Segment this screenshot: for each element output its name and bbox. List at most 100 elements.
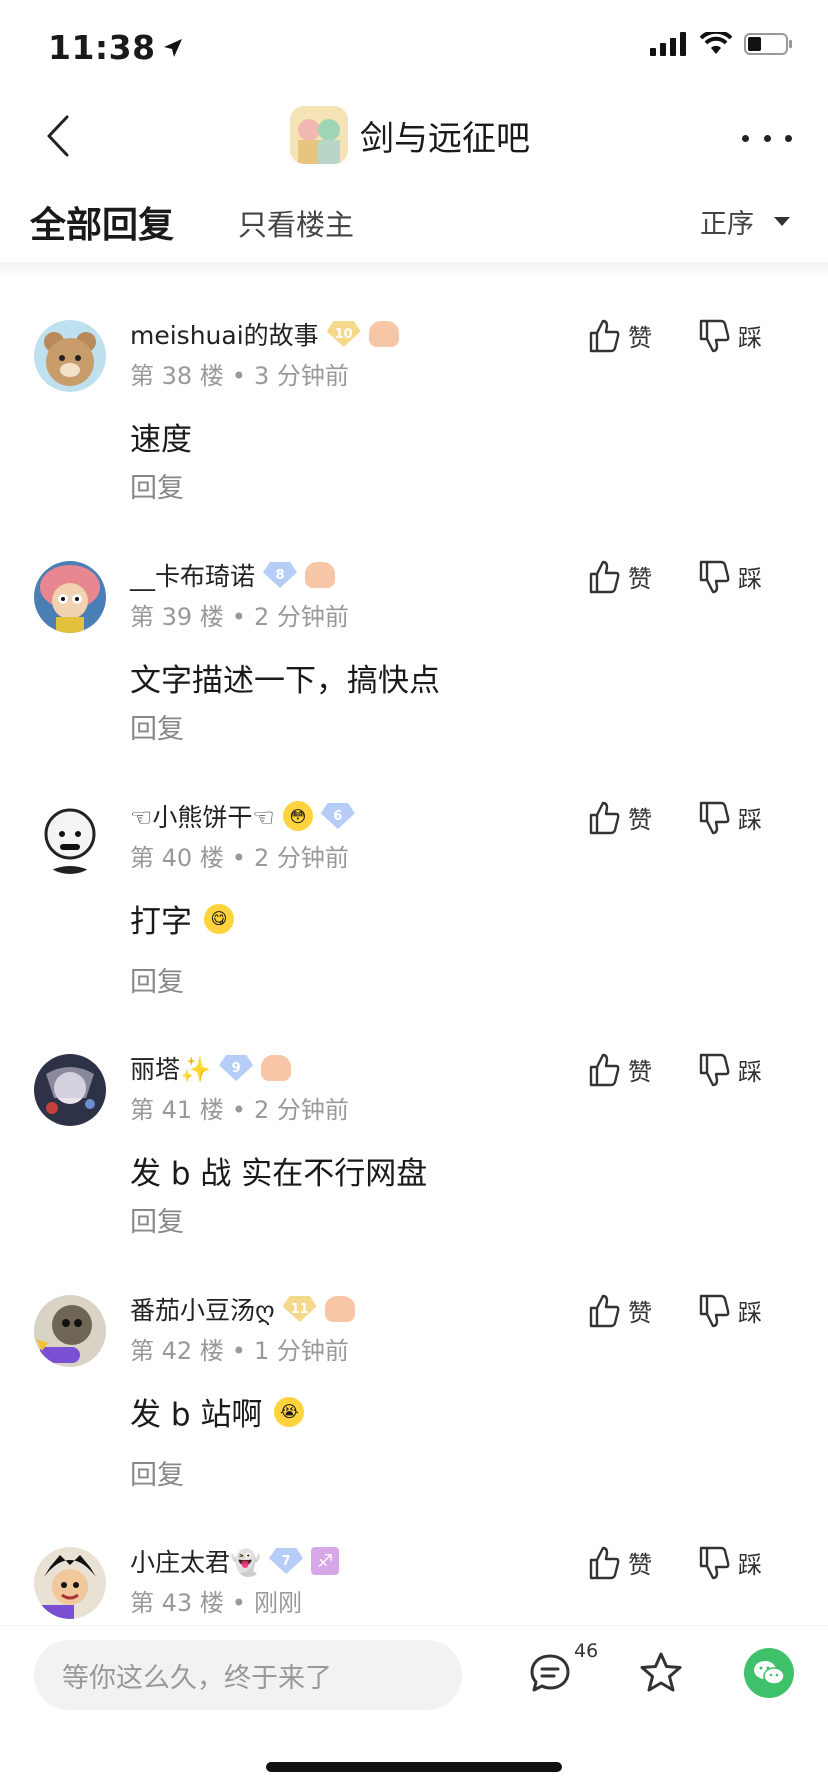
forum-avatar: [290, 106, 348, 164]
like-label: 赞: [628, 1299, 652, 1327]
avatar[interactable]: [34, 1054, 106, 1126]
comment-list: meishuai的故事 10 第 38 楼 • 3 分钟前 速度 回复 赞 踩 __…: [0, 300, 828, 1625]
thumbs-up-icon: [589, 801, 620, 834]
thumbs-up-icon: [589, 1546, 620, 1579]
timestamp: 2 分钟前: [253, 603, 349, 631]
username[interactable]: 番茄小豆汤ღ: [130, 1291, 275, 1327]
timestamp: 3 分钟前: [253, 362, 349, 390]
floor-number: 第 41 楼: [130, 1096, 224, 1124]
reply-input[interactable]: 等你这么久，终于来了: [34, 1640, 462, 1710]
timestamp: 2 分钟前: [253, 1096, 349, 1124]
comment-count: 46: [574, 1640, 599, 1662]
level-badge: 10: [326, 321, 361, 347]
star-icon[interactable]: [638, 1650, 684, 1696]
avatar[interactable]: [34, 1547, 106, 1619]
praying-hands-icon: [261, 1055, 292, 1081]
dislike-label: 踩: [738, 806, 762, 834]
level-badge: 6: [320, 803, 355, 829]
divider: [0, 262, 828, 276]
dislike-label: 踩: [738, 1551, 762, 1579]
comment-item: 丽塔✨ 9 第 41 楼 • 2 分钟前 发 b 战 实在不行网盘 回复 赞 踩: [0, 1034, 828, 1275]
thumbs-up-icon: [589, 560, 620, 593]
flushed-face-icon: 😳: [282, 801, 313, 831]
nav-bar: 剑与远征吧: [0, 90, 828, 182]
comment-bubble-icon[interactable]: [528, 1652, 572, 1696]
reply-button[interactable]: 回复: [130, 960, 184, 999]
like-label: 赞: [628, 806, 652, 834]
more-options-button[interactable]: [742, 118, 792, 158]
thumbs-down-icon: [699, 1546, 730, 1579]
reply-button[interactable]: 回复: [130, 1200, 184, 1239]
thumbs-down-icon: [699, 1053, 730, 1086]
forum-title-link[interactable]: 剑与远征吧: [290, 102, 530, 168]
tab-op-only[interactable]: 只看楼主: [238, 202, 354, 244]
floor-number: 第 43 楼: [130, 1589, 224, 1617]
comment-meta: 第 38 楼 • 3 分钟前: [130, 362, 349, 390]
comment-meta: 第 42 楼 • 1 分钟前: [130, 1337, 349, 1365]
level-badge: 7: [269, 1548, 304, 1574]
like-button[interactable]: 赞: [588, 1293, 652, 1328]
avatar[interactable]: [34, 802, 106, 874]
level-badge: 8: [263, 562, 298, 588]
sagittarius-icon: ♐: [311, 1547, 340, 1575]
timestamp: 刚刚: [253, 1589, 302, 1617]
username[interactable]: __卡布琦诺: [130, 557, 255, 593]
thumbs-up-icon: [589, 319, 620, 352]
dislike-label: 踩: [738, 1058, 762, 1086]
comment-item: 番茄小豆汤ღ 11 第 42 楼 • 1 分钟前 发 b 站啊 😭 回复 赞 踩: [0, 1275, 828, 1527]
reply-button[interactable]: 回复: [130, 1453, 184, 1492]
comment-meta: 第 41 楼 • 2 分钟前: [130, 1096, 349, 1124]
dislike-button[interactable]: 踩: [698, 318, 762, 353]
dislike-button[interactable]: 踩: [698, 1052, 762, 1087]
comment-text: 发 b 战 实在不行网盘: [130, 1156, 428, 1192]
avatar[interactable]: [34, 320, 106, 392]
comment-text: 打字 😋: [130, 896, 234, 941]
like-button[interactable]: 赞: [588, 559, 652, 594]
dot: [742, 134, 749, 142]
level-badge: 11: [282, 1296, 317, 1322]
comment-item: ☜小熊饼干☜ 😳 6 第 40 楼 • 2 分钟前 打字 😋 回复 赞 踩: [0, 782, 828, 1034]
like-button[interactable]: 赞: [588, 1545, 652, 1580]
back-button[interactable]: [38, 108, 78, 164]
like-label: 赞: [628, 1551, 652, 1579]
dislike-label: 踩: [738, 1299, 762, 1327]
username[interactable]: meishuai的故事: [130, 316, 319, 352]
dislike-button[interactable]: 踩: [698, 1545, 762, 1580]
thumbs-down-icon: [699, 1294, 730, 1327]
floor-number: 第 38 楼: [130, 362, 224, 390]
like-label: 赞: [628, 565, 652, 593]
avatar[interactable]: [34, 561, 106, 633]
like-label: 赞: [628, 324, 652, 352]
sort-order-button[interactable]: 正序: [700, 202, 790, 241]
floor-number: 第 42 楼: [130, 1337, 224, 1365]
comment-text: 发 b 站啊 😭: [130, 1389, 305, 1434]
floor-number: 第 39 楼: [130, 603, 224, 631]
like-button[interactable]: 赞: [588, 800, 652, 835]
home-indicator: [266, 1762, 562, 1772]
dot: [763, 134, 771, 142]
username[interactable]: ☜小熊饼干☜: [130, 798, 275, 834]
timestamp: 2 分钟前: [253, 844, 349, 872]
dislike-button[interactable]: 踩: [698, 800, 762, 835]
tab-all-replies[interactable]: 全部回复: [30, 196, 174, 248]
thumbs-down-icon: [699, 560, 730, 593]
reply-button[interactable]: 回复: [130, 466, 184, 505]
dislike-label: 踩: [738, 565, 762, 593]
wechat-share-button[interactable]: [744, 1648, 794, 1698]
like-button[interactable]: 赞: [588, 318, 652, 353]
like-button[interactable]: 赞: [588, 1052, 652, 1087]
dislike-label: 踩: [738, 324, 762, 352]
username[interactable]: 小庄太君👻: [130, 1543, 261, 1579]
avatar[interactable]: [34, 1295, 106, 1367]
username[interactable]: 丽塔✨: [130, 1050, 211, 1086]
reply-button[interactable]: 回复: [130, 707, 184, 746]
dot: [785, 134, 792, 142]
comment-meta: 第 40 楼 • 2 分钟前: [130, 844, 349, 872]
praying-hands-icon: [368, 321, 399, 347]
like-label: 赞: [628, 1058, 652, 1086]
dislike-button[interactable]: 踩: [698, 559, 762, 594]
chevron-left-icon: [47, 115, 69, 157]
wifi-icon: [700, 32, 732, 54]
dislike-button[interactable]: 踩: [698, 1293, 762, 1328]
cellular-signal-icon: [650, 32, 686, 56]
